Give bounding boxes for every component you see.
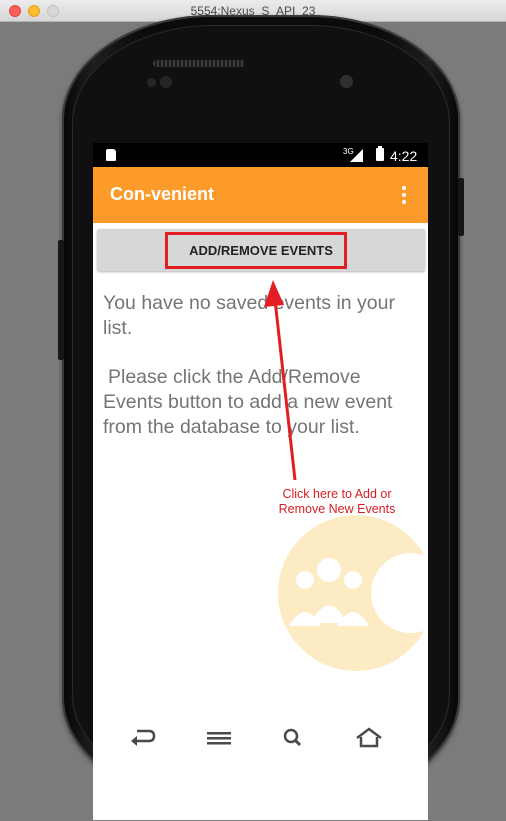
search-icon[interactable]: [275, 724, 311, 752]
back-icon[interactable]: [125, 724, 161, 752]
menu-icon[interactable]: [201, 724, 237, 752]
annotation-arrow: [264, 280, 297, 481]
annotation-callout: Click here to Add or Remove New Events: [278, 487, 396, 516]
home-icon[interactable]: [351, 724, 387, 752]
hardware-navbar: [93, 700, 428, 772]
